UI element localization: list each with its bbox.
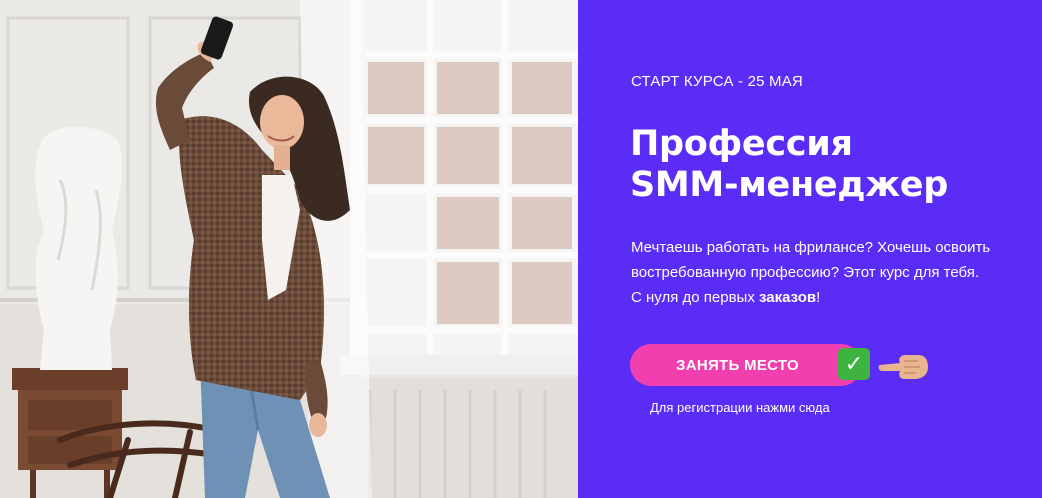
description-line2: востребованную профессию? Этот курс для … <box>631 264 980 281</box>
check-mark-button-icon: ✓ <box>838 348 870 380</box>
description-bold-word: заказов <box>758 289 817 306</box>
course-description: Мечтаешь работать на фрилансе? Хочешь ос… <box>631 235 1031 310</box>
course-banner: СТАРТ КУРСА - 25 МАЯ Профессия SMM-менед… <box>0 0 1042 498</box>
registration-hint: Для регистрации нажми сюда <box>650 400 830 415</box>
cta-row: ЗАНЯТЬ МЕСТО ✓ <box>630 343 928 387</box>
course-title-line1: Профессия <box>630 124 853 164</box>
course-info-panel: СТАРТ КУРСА - 25 МАЯ Профессия SMM-менед… <box>578 0 1042 498</box>
hero-photo <box>0 0 578 498</box>
course-title-line2: SMM-менеджер <box>630 165 948 205</box>
reserve-spot-button[interactable]: ЗАНЯТЬ МЕСТО <box>630 344 862 386</box>
pointing-hand-icon <box>878 355 928 379</box>
course-start-date: СТАРТ КУРСА - 25 МАЯ <box>631 73 803 90</box>
reserve-spot-button-label: ЗАНЯТЬ МЕСТО <box>676 356 799 374</box>
description-line3-suffix: ! <box>816 289 821 306</box>
description-line3-prefix: С нуля до первых <box>631 289 759 306</box>
woman-taking-selfie-photo <box>0 0 578 498</box>
description-line1: Мечтаешь работать на фрилансе? Хочешь ос… <box>631 239 991 256</box>
description-line3: С нуля до первых заказов! <box>631 285 1031 310</box>
course-title: Профессия SMM-менеджер <box>630 124 1030 206</box>
